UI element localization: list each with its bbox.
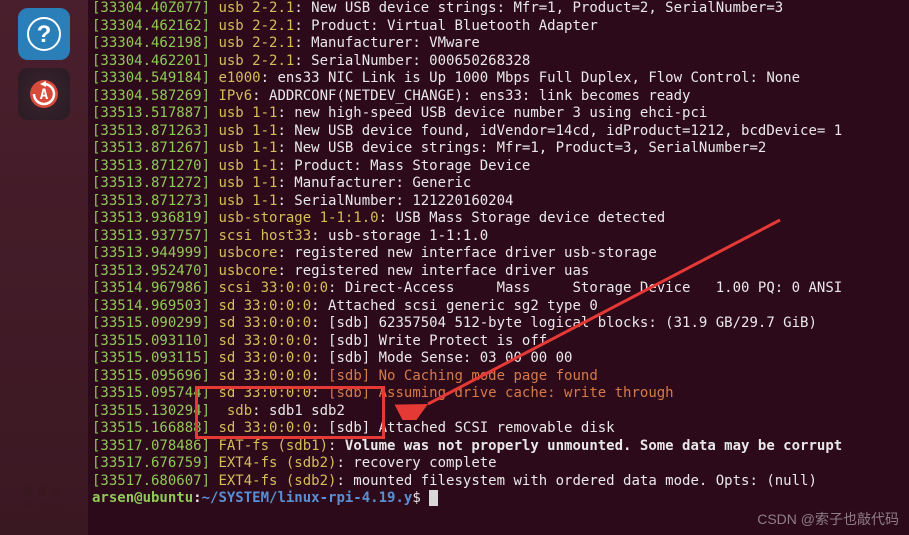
launcher-update-icon[interactable]: A xyxy=(18,68,70,120)
log-line: [33515.090299] sd 33:0:0:0: [sdb] 623575… xyxy=(92,315,905,333)
log-line: [33514.969503] sd 33:0:0:0: Attached scs… xyxy=(92,298,905,316)
log-line: [33517.680607] EXT4-fs (sdb2): mounted f… xyxy=(92,473,905,491)
log-line: [33513.952470] usbcore: registered new i… xyxy=(92,263,905,281)
log-line: [33304.462162] usb 2-2.1: Product: Virtu… xyxy=(92,18,905,36)
question-icon: ? xyxy=(26,16,62,52)
log-line: [33304.462201] usb 2-2.1: SerialNumber: … xyxy=(92,53,905,71)
log-line: [33515.095696] sd 33:0:0:0: [sdb] No Cac… xyxy=(92,368,905,386)
log-line: [33513.871272] usb 1-1: Manufacturer: Ge… xyxy=(92,175,905,193)
cursor xyxy=(429,490,438,506)
log-line: [33304.587269] IPv6: ADDRCONF(NETDEV_CHA… xyxy=(92,88,905,106)
log-line: [33517.676759] EXT4-fs (sdb2): recovery … xyxy=(92,455,905,473)
svg-text:?: ? xyxy=(37,21,52,48)
log-line: [33513.871267] usb 1-1: New USB device s… xyxy=(92,140,905,158)
log-line: [33515.093110] sd 33:0:0:0: [sdb] Write … xyxy=(92,333,905,351)
log-line: [33304.40Z077] usb 2-2.1: New USB device… xyxy=(92,0,905,18)
log-line: [33513.871273] usb 1-1: SerialNumber: 12… xyxy=(92,193,905,211)
update-icon: A xyxy=(26,76,62,112)
log-line: [33513.871270] usb 1-1: Product: Mass St… xyxy=(92,158,905,176)
prompt-line[interactable]: arsen@ubuntu:~/SYSTEM/linux-rpi-4.19.y$ xyxy=(92,490,905,508)
terminal-output[interactable]: [33304.40Z077] usb 2-2.1: New USB device… xyxy=(88,0,909,535)
log-line: [33513.936819] usb-storage 1-1:1.0: USB … xyxy=(92,210,905,228)
log-line: [33515.095744] sd 33:0:0:0: [sdb] Assumi… xyxy=(92,385,905,403)
launcher-bar: ? >_ A xyxy=(0,0,88,535)
log-line: [33513.517887] usb 1-1: new high-speed U… xyxy=(92,105,905,123)
svg-text:A: A xyxy=(40,87,49,103)
watermark-text: CSDN @索子也敲代码 xyxy=(757,509,899,529)
log-line: [33513.944999] usbcore: registered new i… xyxy=(92,245,905,263)
log-line: [33515.166888] sd 33:0:0:0: [sdb] Attach… xyxy=(92,420,905,438)
launcher-help-icon[interactable]: ? xyxy=(18,8,70,60)
log-line: [33514.967986] scsi 33:0:0:0: Direct-Acc… xyxy=(92,280,905,298)
log-line: [33304.549184] e1000: ens33 NIC Link is … xyxy=(92,70,905,88)
log-line: [33513.871263] usb 1-1: New USB device f… xyxy=(92,123,905,141)
apps-grid-button[interactable] xyxy=(24,487,60,523)
log-line: [33515.130294] sdb: sdb1 sdb2 xyxy=(92,403,905,421)
log-line: [33304.462198] usb 2-2.1: Manufacturer: … xyxy=(92,35,905,53)
log-line: [33513.937757] scsi host33: usb-storage … xyxy=(92,228,905,246)
log-line: [33517.078486] FAT-fs (sdb1): Volume was… xyxy=(92,438,905,456)
log-line: [33515.093115] sd 33:0:0:0: [sdb] Mode S… xyxy=(92,350,905,368)
